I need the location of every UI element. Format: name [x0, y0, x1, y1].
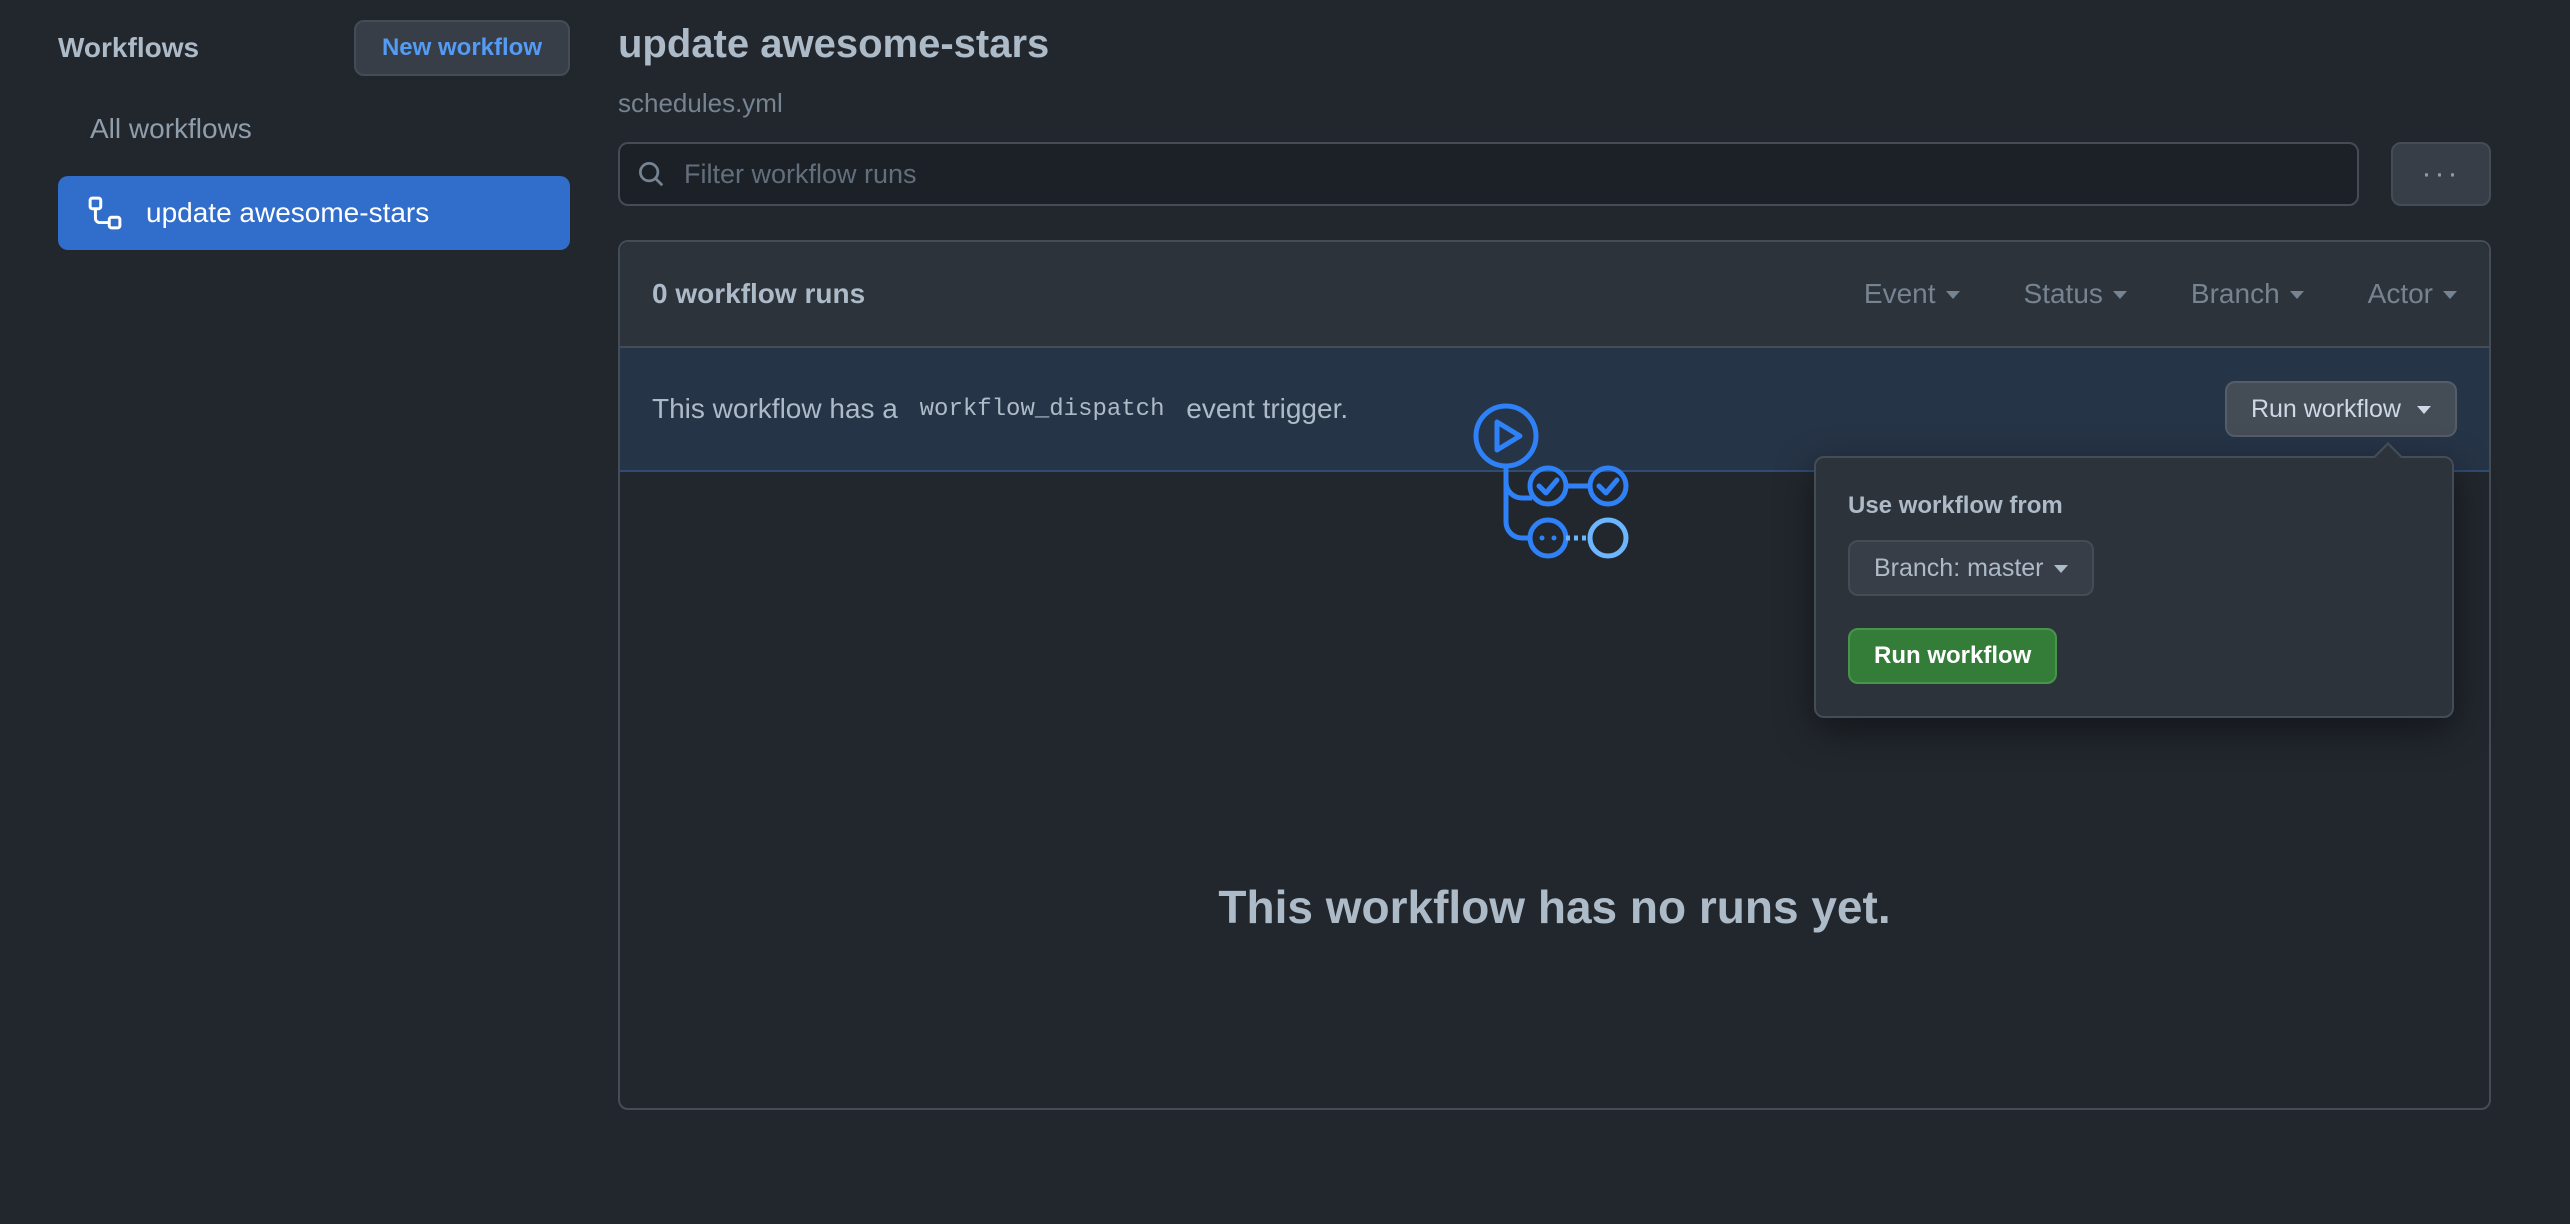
- workflow-file-link[interactable]: schedules.yml: [618, 88, 2491, 118]
- empty-state-message: This workflow has no runs yet.: [1218, 881, 1891, 933]
- run-workflow-label: Run workflow: [2250, 394, 2401, 423]
- use-workflow-from-label: Use workflow from: [1848, 492, 2063, 519]
- dispatch-text-after: event trigger.: [1178, 393, 1349, 424]
- caret-down-icon: [1945, 291, 1960, 299]
- filter-runs-input[interactable]: Filter workflow runs: [618, 142, 2359, 206]
- caret-down-icon: [2289, 291, 2304, 299]
- filter-label: Actor: [2367, 278, 2433, 309]
- event-filter-dropdown[interactable]: Event: [1864, 278, 1960, 310]
- run-workflow-dropdown-button[interactable]: Run workflow: [2224, 381, 2457, 437]
- dispatch-message: This workflow has a workflow_dispatch ev…: [652, 393, 2225, 425]
- branch-select-label: Branch: master: [1874, 553, 2044, 582]
- main-content: update awesome-stars schedules.yml Filte…: [618, 20, 2491, 1110]
- workflow-icon: [88, 196, 122, 230]
- dispatch-code: workflow_dispatch: [919, 395, 1165, 423]
- more-options-button[interactable]: ···: [2391, 142, 2491, 206]
- actor-filter-dropdown[interactable]: Actor: [2368, 278, 2457, 310]
- sidebar-header: Workflows New workflow: [58, 20, 570, 76]
- filter-label: Branch: [2190, 278, 2280, 309]
- new-workflow-button[interactable]: New workflow: [353, 20, 570, 76]
- dispatch-text-before: This workflow has a: [652, 393, 906, 424]
- runs-count: 0 workflow runs: [652, 278, 866, 309]
- search-row: Filter workflow runs ···: [618, 142, 2491, 206]
- filter-label: Event: [1863, 278, 1936, 309]
- sidebar-item-label: update awesome-stars: [146, 197, 430, 228]
- run-workflow-submit-button[interactable]: Run workflow: [1848, 628, 2058, 684]
- sidebar-item-all-workflows[interactable]: All workflows: [58, 92, 570, 166]
- caret-down-icon: [2417, 406, 2431, 414]
- run-workflow-popover: Use workflow from Branch: master Run wor…: [1814, 442, 2454, 718]
- sidebar-title: Workflows: [58, 32, 200, 63]
- search-icon: [636, 159, 666, 189]
- workflow-runs-panel: 0 workflow runs Event Status Branch Acto…: [618, 240, 2491, 1110]
- filter-label: Status: [2023, 278, 2103, 309]
- workflow-illustration-icon: [1472, 402, 1652, 577]
- caret-down-icon: [2053, 565, 2068, 573]
- branch-filter-dropdown[interactable]: Branch: [2191, 278, 2304, 310]
- page-title: update awesome-stars: [618, 22, 1050, 66]
- caret-down-icon: [2443, 291, 2457, 299]
- runs-header: 0 workflow runs Event Status Branch Acto…: [620, 242, 2489, 348]
- kebab-horizontal-icon: ···: [2421, 157, 2461, 190]
- status-filter-dropdown[interactable]: Status: [2024, 278, 2127, 310]
- search-placeholder: Filter workflow runs: [684, 158, 917, 189]
- sidebar-item-update-awesome-stars[interactable]: update awesome-stars: [58, 176, 570, 250]
- branch-select-button[interactable]: Branch: master: [1848, 540, 2094, 596]
- workflows-sidebar: Workflows New workflow All workflows upd…: [58, 20, 570, 250]
- sidebar-item-label: All workflows: [90, 113, 252, 144]
- caret-down-icon: [2112, 291, 2127, 299]
